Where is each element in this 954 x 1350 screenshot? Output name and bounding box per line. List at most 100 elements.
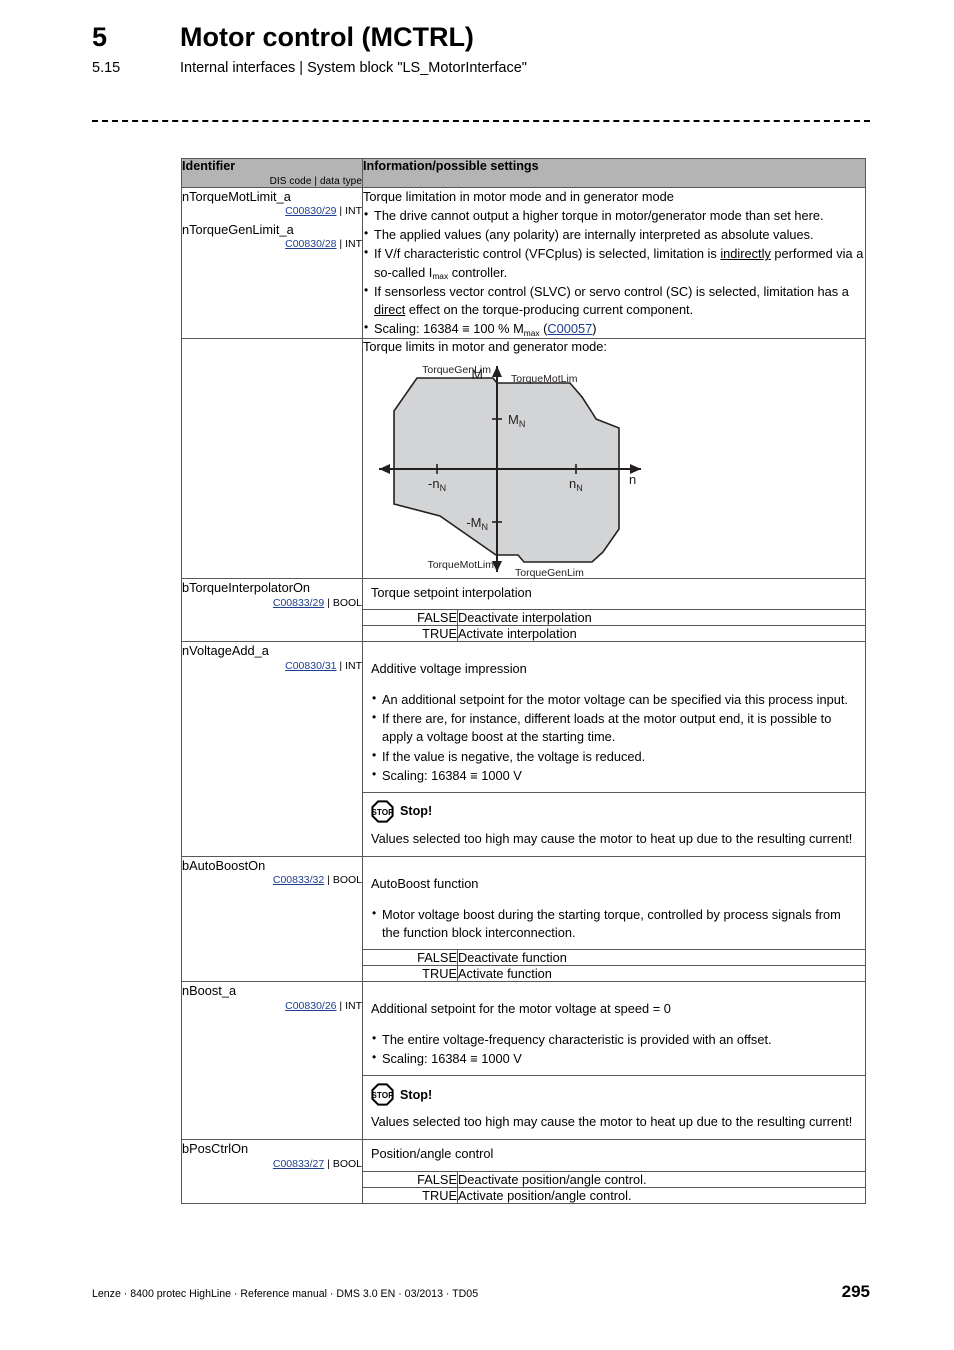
info-title: Torque setpoint interpolation [371, 585, 532, 601]
data-type-value: INT [345, 659, 362, 672]
stop-warning-box: STOP Stop! Values selected too high may … [363, 1075, 865, 1139]
info-title: AutoBoost function [371, 875, 479, 891]
identifier-cell-empty [181, 338, 363, 580]
identifier-name: nTorqueGenLimit_a [182, 221, 294, 237]
dis-code-link[interactable]: C00830/31 [285, 660, 336, 672]
bullet-text: Scaling: 16384 [382, 1051, 471, 1067]
bullet-item: If sensorless vector control (SLVC) or s… [363, 282, 865, 319]
identifier-cell-voltage-add: nVoltageAdd_a C00830/31 | INT [181, 641, 363, 858]
specification-table: Identifier DIS code | data type Informat… [181, 158, 866, 1204]
information-cell-diagram: Torque limits in motor and generator mod… [362, 338, 866, 580]
data-type: | BOOL [324, 874, 362, 887]
option-row: TRUE Activate position/angle control. [363, 1186, 865, 1203]
identifier-name: bPosCtrlOn [182, 1141, 249, 1157]
option-row: FALSE Deactivate function [363, 949, 865, 966]
column-header-identifier-sublabel: DIS code | data type [269, 176, 362, 187]
bullet-text: If V/f characteristic control (VFCplus) … [374, 246, 721, 262]
option-row: TRUE Activate function [363, 965, 865, 982]
option-key: FALSE [363, 949, 458, 966]
diagram-caption: Torque limits in motor and generator mod… [363, 339, 607, 355]
identifier-name: nBoost_a [182, 983, 237, 999]
dis-code-link[interactable]: C00833/29 [273, 597, 324, 609]
equivalence-sign: ≡ [470, 1051, 478, 1067]
table-row: nTorqueMotLimit_a C00830/29 | INT nTorqu… [181, 186, 866, 340]
identifier-cell-torque-interpolator: bTorqueInterpolatorOn C00833/29 | BOOL [181, 578, 363, 643]
bullet-text: 1000 V [477, 767, 522, 783]
footer-document-info: Lenze · 8400 protec HighLine · Reference… [92, 1288, 479, 1300]
dis-code-link[interactable]: C00833/32 [273, 874, 324, 886]
bullet-text: ) [592, 321, 597, 337]
section-number: 5.15 [92, 60, 121, 76]
bullet-text: controller. [448, 264, 508, 280]
data-type: | INT [336, 205, 362, 218]
section-title: Internal interfaces | System block "LS_M… [180, 60, 527, 76]
region-label-mot-top: TorqueMotLim [511, 373, 578, 385]
identifier-name: nTorqueMotLimit_a [182, 189, 291, 204]
bullet-item: If the value is negative, the voltage is… [371, 747, 857, 766]
m-axis-arrow-up [492, 366, 502, 378]
region-label-gen-top: TorqueGenLim [422, 364, 491, 376]
table-row: bAutoBoostOn C00833/32 | BOOL AutoBoost … [181, 856, 866, 983]
table-row: nVoltageAdd_a C00830/31 | INT Additive v… [181, 641, 866, 858]
data-type: | INT [336, 999, 362, 1012]
n-axis-arrow-left [379, 464, 390, 475]
stop-octagon-icon: STOP [371, 1083, 394, 1106]
option-value: Deactivate function [457, 949, 865, 966]
option-row: FALSE Deactivate position/angle control. [363, 1170, 865, 1188]
option-value: Activate interpolation [457, 625, 865, 642]
column-header-information-label: Information/possible settings [363, 159, 539, 173]
equivalence-sign: ≡ [462, 321, 470, 337]
option-key: TRUE [363, 625, 458, 642]
bullet-item: If there are, for instance, different lo… [371, 709, 857, 746]
page-footer: Lenze · 8400 protec HighLine · Reference… [92, 1282, 870, 1302]
dis-code-link[interactable]: C00830/29 [285, 205, 336, 217]
specification-table-wrapper: Identifier DIS code | data type Informat… [181, 158, 866, 1204]
dis-code-link[interactable]: C00830/28 [285, 238, 336, 250]
table-row: nBoost_a C00830/26 | INT Additional setp… [181, 981, 866, 1141]
bullet-list: An additional setpoint for the motor vol… [371, 690, 857, 785]
column-header-information: Information/possible settings [362, 158, 866, 188]
bullet-list: Motor voltage boost during the starting … [371, 905, 857, 942]
info-title: Additional setpoint for the motor voltag… [371, 1000, 671, 1016]
parameter-link-c00057[interactable]: C00057 [547, 321, 592, 336]
identifier-meta: C00830/28 | INT [182, 237, 362, 251]
information-cell-autoboost: AutoBoost function Motor voltage boost d… [362, 856, 866, 983]
bullet-text: 1000 V [477, 1051, 522, 1067]
region-label-mot-bottom: TorqueMotLim [427, 559, 494, 571]
table-header-row: Identifier DIS code | data type Informat… [181, 158, 866, 188]
subscript-max: max [432, 271, 449, 282]
bullet-text: 100 % M [469, 321, 524, 337]
data-type-value: BOOL [332, 596, 362, 609]
data-type-value: BOOL [332, 1157, 362, 1170]
option-value: Activate position/angle control. [457, 1186, 865, 1203]
bullet-item: If V/f characteristic control (VFCplus) … [363, 244, 865, 282]
bullet-list: The drive cannot output a higher torque … [363, 206, 865, 338]
bullet-item: Motor voltage boost during the starting … [371, 905, 857, 942]
equivalence-sign: ≡ [470, 767, 478, 783]
column-header-identifier: Identifier DIS code | data type [181, 158, 363, 188]
bullet-item: Scaling: 16384 ≡ 100 % Mmax (C00057) [363, 319, 865, 338]
dis-code-link[interactable]: C00833/27 [273, 1158, 324, 1170]
option-row: TRUE Activate interpolation [363, 625, 865, 642]
data-type-value: INT [345, 999, 362, 1012]
information-cell-boost: Additional setpoint for the motor voltag… [362, 981, 866, 1141]
identifier-meta: C00833/27 | BOOL [182, 1157, 362, 1171]
chapter-number: 5 [92, 22, 108, 52]
table-row: bTorqueInterpolatorOn C00833/29 | BOOL T… [181, 578, 866, 643]
region-label-gen-bottom: TorqueGenLim [515, 567, 584, 578]
information-cell-torque-interpolator: Torque setpoint interpolation FALSE Deac… [362, 578, 866, 643]
identifier-cell-posctrl: bPosCtrlOn C00833/27 | BOOL [181, 1139, 363, 1204]
torque-limits-diagram: M n MN -MN -nN nN TorqueGenLim TorqueMot… [379, 364, 641, 578]
option-value: Deactivate interpolation [457, 609, 865, 626]
dis-code-link[interactable]: C00830/26 [285, 1000, 336, 1012]
bullet-item: An additional setpoint for the motor vol… [371, 690, 857, 709]
option-key: TRUE [363, 965, 458, 982]
data-type: | INT [336, 659, 362, 672]
chapter-title: Motor control (MCTRL) [180, 22, 474, 52]
identifier-cell-autoboost: bAutoBoostOn C00833/32 | BOOL [181, 856, 363, 983]
options-table: FALSE Deactivate interpolation TRUE Acti… [363, 609, 865, 642]
option-key: FALSE [363, 1170, 458, 1188]
data-type: | INT [336, 238, 362, 251]
options-table: FALSE Deactivate function TRUE Activate … [363, 949, 865, 982]
footer-page-number: 295 [841, 1282, 870, 1301]
